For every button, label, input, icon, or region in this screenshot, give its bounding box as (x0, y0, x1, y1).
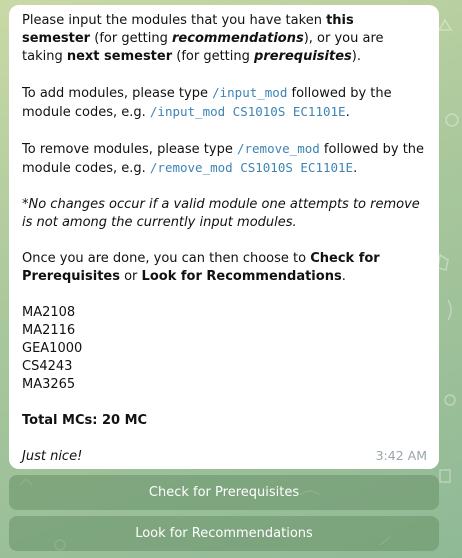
input-mod-example-link[interactable]: /input_mod CS1010S EC1101E (150, 104, 346, 119)
intro-text: Please input the modules that you have t… (22, 13, 327, 28)
intro-text: (for getting (90, 31, 173, 46)
note-paragraph: *No changes occur if a valid module one … (22, 196, 426, 232)
done-text: . (341, 269, 346, 284)
remove-mod-example-link[interactable]: /remove_mod CS1010S EC1101E (150, 160, 353, 175)
intro-paragraph: Please input the modules that you have t… (22, 12, 426, 66)
done-text: or (119, 269, 142, 284)
bot-message-bubble: Please input the modules that you have t… (9, 5, 439, 469)
done-look-recs: Look for Recommendations (141, 269, 342, 284)
check-prerequisites-button[interactable]: Check for Prerequisites (9, 475, 439, 510)
add-text: To add modules, please type (22, 86, 213, 101)
comment: Just nice! (22, 448, 426, 466)
module-item: MA2116 (22, 323, 76, 338)
look-for-recommendations-button[interactable]: Look for Recommendations (9, 516, 439, 551)
module-list: MA2108 MA2116 GEA1000 CS4243 MA3265 (22, 304, 426, 394)
add-text: . (345, 105, 350, 120)
module-item: CS4243 (22, 359, 73, 374)
comment-text: Just nice! (22, 449, 83, 464)
remove-mod-command-link[interactable]: /remove_mod (237, 141, 320, 156)
total-mcs-text: Total MCs: 20 MC (22, 413, 148, 428)
intro-recommendations: recommendations (172, 31, 304, 46)
done-text: Once you are done, you can then choose t… (22, 251, 311, 266)
note-text: *No changes occur if a valid module one … (22, 197, 420, 230)
intro-text: (for getting (172, 49, 255, 64)
remove-text: . (353, 161, 358, 176)
intro-next-semester: next semester (66, 49, 173, 64)
add-paragraph: To add modules, please type /input_mod f… (22, 84, 426, 122)
intro-prerequisites: prerequisites (254, 49, 352, 64)
module-item: MA3265 (22, 377, 76, 392)
module-item: GEA1000 (22, 341, 83, 356)
message-timestamp: 3:42 AM (375, 448, 427, 463)
remove-text: To remove modules, please type (22, 142, 237, 157)
intro-text: ). (351, 49, 361, 64)
remove-paragraph: To remove modules, please type /remove_m… (22, 140, 426, 178)
total-mcs: Total MCs: 20 MC (22, 412, 426, 430)
input-mod-command-link[interactable]: /input_mod (212, 85, 287, 100)
done-paragraph: Once you are done, you can then choose t… (22, 250, 426, 286)
module-item: MA2108 (22, 305, 76, 320)
